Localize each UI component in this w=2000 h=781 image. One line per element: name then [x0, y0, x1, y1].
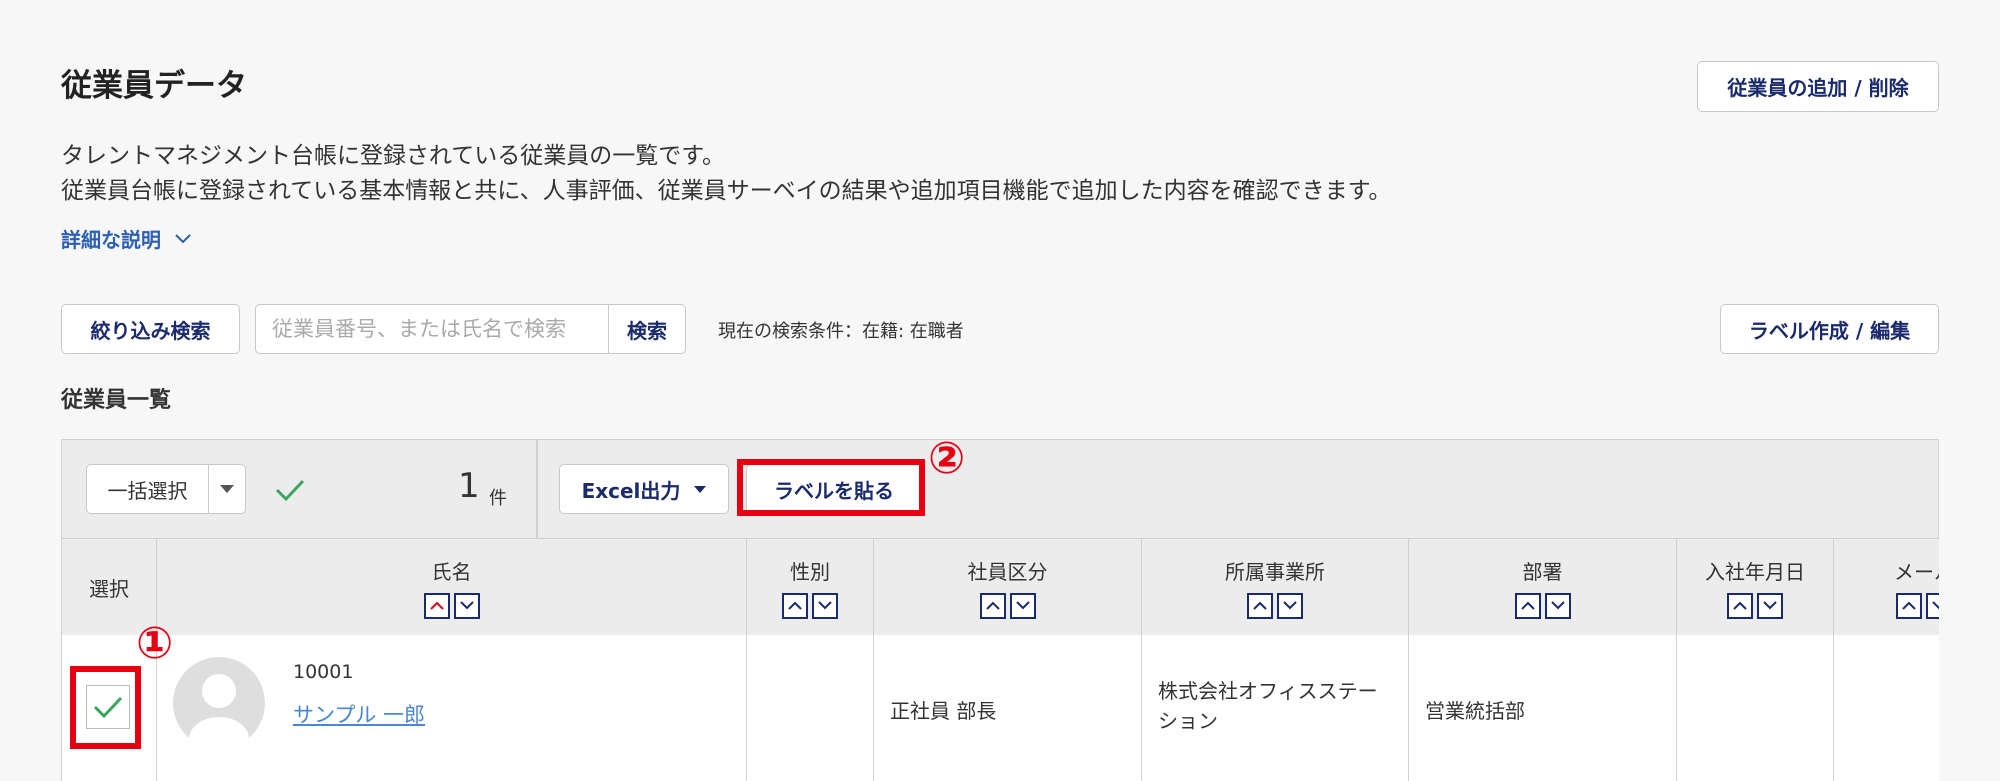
- detail-link-label: 詳細な説明: [61, 228, 161, 252]
- sort-asc-icon[interactable]: [782, 592, 808, 619]
- sort-asc-icon[interactable]: [979, 592, 1006, 619]
- chevron-down-icon: [175, 233, 191, 243]
- column-header-label: 性別: [790, 559, 830, 584]
- detail-link[interactable]: 詳細な説明: [61, 224, 191, 253]
- employee-type-cell: 正社員 部長: [874, 635, 1142, 781]
- label-create-edit-button[interactable]: ラベル作成 / 編集: [1720, 304, 1939, 354]
- gender-cell: [747, 635, 874, 781]
- email-cell: [1834, 635, 1939, 781]
- sort-asc-icon[interactable]: [1896, 592, 1922, 619]
- column-header-label: メール: [1894, 559, 1939, 584]
- bulk-select-label: 一括選択: [107, 478, 188, 503]
- department: 営業統括部: [1425, 699, 1525, 723]
- office-line-1: 株式会社オフィスステー: [1158, 679, 1378, 703]
- sort-controls: [1514, 592, 1571, 619]
- selected-count: 1: [458, 466, 480, 506]
- excel-export-button[interactable]: Excel出力: [559, 464, 729, 514]
- column-header-label: 社員区分: [967, 559, 1048, 584]
- selected-count-unit: 件: [489, 488, 507, 509]
- column-header-label: 部署: [1522, 559, 1563, 584]
- employee-list-title: 従業員一覧: [61, 388, 172, 413]
- highlight-row-checkbox: [70, 666, 141, 749]
- caret-down-icon: [694, 485, 707, 493]
- table-header: 選択 氏名 性別 社員区分 所属事業所 部署 入社年月日 メー: [62, 539, 1939, 636]
- sort-asc-icon[interactable]: [423, 592, 450, 619]
- search-button[interactable]: 検索: [608, 305, 685, 353]
- search-box: 検索: [255, 304, 686, 354]
- annotation-marker-1: ①: [136, 618, 174, 669]
- checkmark-icon: [275, 479, 305, 502]
- employee-table: 選択 氏名 性別 社員区分 所属事業所 部署 入社年月日 メー 10001 サン…: [61, 539, 1939, 781]
- column-header-label: 氏名: [431, 559, 472, 584]
- column-header-employee-type: 社員区分: [874, 539, 1142, 635]
- sort-controls: [782, 592, 838, 619]
- page-title: 従業員データ: [61, 68, 247, 104]
- department-cell: 営業統括部: [1409, 635, 1677, 781]
- description-line-2: 従業員台帳に登録されている基本情報と共に、人事評価、従業員サーベイの結果や追加項…: [61, 178, 1392, 204]
- column-header-email: メール: [1834, 539, 1939, 635]
- employee-name-link[interactable]: サンプル 一郎: [293, 699, 425, 729]
- description-line-1: タレントマネジメント台帳に登録されている従業員の一覧です。: [61, 143, 726, 169]
- sort-desc-icon[interactable]: [1009, 592, 1036, 619]
- sort-asc-icon[interactable]: [1514, 592, 1541, 619]
- sort-controls: [979, 592, 1036, 619]
- sort-controls: [1727, 592, 1783, 619]
- join-date-cell: [1677, 635, 1834, 781]
- employee-type: 正社員 部長: [890, 699, 997, 723]
- highlight-apply-label-button: [737, 459, 925, 516]
- sort-controls: [1247, 592, 1303, 619]
- toolbar-divider: [536, 440, 538, 538]
- name-cell: 10001 サンプル 一郎: [157, 635, 747, 781]
- annotation-marker-2: ②: [928, 433, 966, 484]
- column-header-department: 部署: [1409, 539, 1677, 635]
- office-cell: 株式会社オフィスステー ション: [1142, 635, 1409, 781]
- caret-down-icon[interactable]: [208, 465, 245, 513]
- sort-asc-icon[interactable]: [1247, 592, 1273, 619]
- sort-desc-icon[interactable]: [453, 592, 480, 619]
- sort-asc-icon[interactable]: [1727, 592, 1753, 619]
- office-line-2: ション: [1158, 709, 1218, 733]
- sort-desc-icon[interactable]: [812, 592, 838, 619]
- list-toolbar: 一括選択 1 件 Excel出力 ラベルを貼る: [61, 439, 1939, 539]
- column-header-join-date: 入社年月日: [1677, 539, 1834, 635]
- sort-desc-icon[interactable]: [1757, 592, 1783, 619]
- column-header-gender: 性別: [747, 539, 874, 635]
- sort-controls: [1896, 592, 1939, 619]
- sort-desc-icon[interactable]: [1926, 592, 1939, 619]
- column-header-label: 所属事業所: [1225, 559, 1325, 584]
- column-header-name: 氏名: [157, 539, 747, 635]
- sort-desc-icon[interactable]: [1544, 592, 1571, 619]
- column-header-office: 所属事業所: [1142, 539, 1409, 635]
- avatar: [173, 657, 265, 749]
- filter-search-button[interactable]: 絞り込み検索: [61, 304, 240, 354]
- add-remove-employee-button[interactable]: 従業員の追加 / 削除: [1697, 61, 1939, 112]
- bulk-select-dropdown[interactable]: 一括選択: [86, 464, 246, 514]
- current-search-condition: 現在の検索条件：在籍: 在職者: [718, 321, 964, 342]
- table-row: 10001 サンプル 一郎 正社員 部長 株式会社オフィスステー ション 営業統…: [62, 635, 1939, 781]
- column-header-label: 入社年月日: [1705, 559, 1805, 584]
- sort-desc-icon[interactable]: [1277, 592, 1303, 619]
- search-input[interactable]: [256, 305, 608, 353]
- sort-controls: [423, 592, 480, 619]
- employee-number: 10001: [293, 661, 354, 683]
- column-header-label: 選択: [89, 576, 129, 601]
- excel-export-label: Excel出力: [581, 478, 681, 503]
